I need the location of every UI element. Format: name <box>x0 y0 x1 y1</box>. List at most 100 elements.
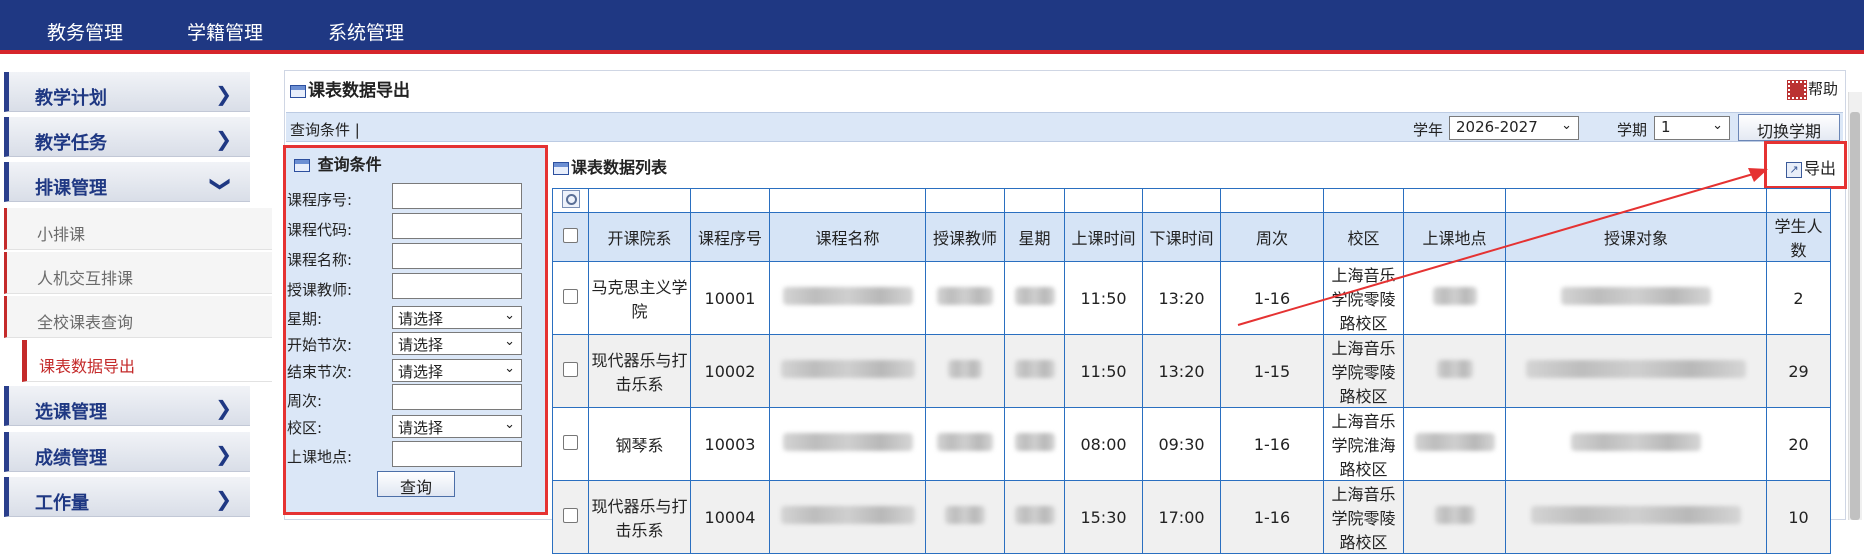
course-seq-input[interactable] <box>392 183 522 209</box>
column-header[interactable]: 下课时间 <box>1142 212 1221 262</box>
sidebar-item-label: 教学任务 <box>35 133 107 154</box>
campus-select[interactable]: 请选择 ⌄ <box>392 415 522 438</box>
nav-system-management[interactable]: 系统管理 <box>328 18 404 45</box>
chevron-down-icon: ⌄ <box>504 334 515 349</box>
column-header[interactable]: 授课教师 <box>925 212 1005 262</box>
weekday-select[interactable]: 请选择 ⌄ <box>392 306 522 329</box>
chevron-down-icon: ⌄ <box>504 308 515 323</box>
column-header[interactable]: 课程名称 <box>769 212 926 262</box>
redacted-text <box>1561 287 1711 305</box>
query-conditions-toggle[interactable]: 查询条件 | <box>290 119 360 140</box>
weeks-cell: 1-16 <box>1220 407 1324 481</box>
query-button[interactable]: 查询 <box>377 471 455 497</box>
start-period-select[interactable]: 请选择 ⌄ <box>392 332 522 355</box>
redacted-text <box>780 360 915 378</box>
scrollbar-thumb[interactable] <box>1850 112 1860 520</box>
sidebar-item-grades[interactable]: 成绩管理 ❯ <box>4 432 250 472</box>
weeks-cell: 1-16 <box>1220 480 1324 554</box>
sidebar-item-label: 排课管理 <box>35 178 107 199</box>
table-row[interactable]: 现代器乐与打击乐系 10002 11:50 13:20 1-15 上海音乐学院零… <box>552 334 1831 408</box>
column-header[interactable]: 上课时间 <box>1064 212 1143 262</box>
term-select[interactable]: 1 ⌄ <box>1654 116 1730 140</box>
location-input[interactable] <box>392 441 522 467</box>
nav-academic-affairs[interactable]: 教务管理 <box>47 18 123 45</box>
campus-cell: 上海音乐学院零陵路校区 <box>1323 261 1404 335</box>
location-cell <box>1403 480 1506 554</box>
seq-cell: 10001 <box>690 261 770 335</box>
chevron-right-icon: ❯ <box>215 127 232 151</box>
switch-term-button[interactable]: 切换学期 <box>1738 114 1840 141</box>
sidebar-item-scheduling[interactable]: 排课管理 ❯ <box>4 162 250 202</box>
weekday-cell <box>1004 334 1065 408</box>
row-checkbox[interactable] <box>563 361 578 377</box>
teacher-cell <box>925 407 1005 481</box>
chevron-down-icon: ⌄ <box>1712 118 1723 133</box>
help-button[interactable]: 帮助 <box>1787 78 1838 100</box>
end-time-cell: 13:20 <box>1142 334 1221 408</box>
nav-student-status[interactable]: 学籍管理 <box>187 18 263 45</box>
course-code-label: 课程代码: <box>287 221 353 239</box>
table-search-cell[interactable] <box>552 188 589 213</box>
sidebar-subitem-small-scheduling[interactable]: 小排课 <box>4 208 272 250</box>
start-period-label: 开始节次: <box>287 336 353 354</box>
column-header[interactable]: 学生人数 <box>1766 212 1831 262</box>
year-label: 学年 <box>1413 121 1444 139</box>
table-header-row: 开课院系 课程序号 课程名称 授课教师 星期 上课时间 下课时间 周次 校区 上… <box>552 212 1831 262</box>
row-checkbox[interactable] <box>563 434 578 450</box>
column-header[interactable]: 授课对象 <box>1505 212 1767 262</box>
teacher-input[interactable] <box>392 273 522 299</box>
sidebar-subitem-schedule-query[interactable]: 全校课表查询 <box>4 296 272 338</box>
student-count-cell: 20 <box>1766 407 1831 481</box>
redacted-text <box>948 360 982 378</box>
redacted-text <box>1014 506 1055 524</box>
audience-cell <box>1505 407 1767 481</box>
seq-cell: 10003 <box>690 407 770 481</box>
table-row[interactable]: 现代器乐与打击乐系 10004 15:30 17:00 1-16 上海音乐学院零… <box>552 480 1831 554</box>
chevron-down-icon: ⌄ <box>504 361 515 376</box>
search-icon[interactable] <box>561 189 580 208</box>
redacted-text <box>1434 506 1475 524</box>
sidebar-item-label: 成绩管理 <box>35 448 107 469</box>
sidebar-subitem-interactive-scheduling[interactable]: 人机交互排课 <box>4 252 272 294</box>
week-label: 周次: <box>287 392 323 410</box>
week-input[interactable] <box>392 384 522 410</box>
row-checkbox[interactable] <box>563 288 578 304</box>
select-all-checkbox[interactable] <box>563 227 578 243</box>
select-all-cell[interactable] <box>552 212 589 262</box>
start-time-cell: 08:00 <box>1064 407 1143 481</box>
course-name-input[interactable] <box>392 243 522 269</box>
column-header[interactable]: 上课地点 <box>1403 212 1506 262</box>
table-row[interactable]: 钢琴系 10003 08:00 09:30 1-16 上海音乐学院淮海路校区 2… <box>552 407 1831 481</box>
dept-cell: 钢琴系 <box>588 407 691 481</box>
course-name-cell <box>769 261 926 335</box>
redacted-text <box>937 433 993 451</box>
table-toolbar-row <box>552 188 1831 213</box>
sidebar-subitem-schedule-export[interactable]: 课表数据导出 <box>22 340 272 382</box>
redacted-text <box>1014 287 1055 305</box>
sidebar-item-teaching-task[interactable]: 教学任务 ❯ <box>4 117 250 157</box>
table-icon <box>290 84 306 98</box>
end-period-select[interactable]: 请选择 ⌄ <box>392 359 522 382</box>
course-code-input[interactable] <box>392 213 522 239</box>
column-header[interactable]: 周次 <box>1220 212 1324 262</box>
year-select[interactable]: 2026-2027 ⌄ <box>1449 116 1579 140</box>
sidebar-item-workload[interactable]: 工作量 ❯ <box>4 477 250 517</box>
sidebar-item-course-selection[interactable]: 选课管理 ❯ <box>4 386 250 426</box>
sidebar-item-label: 工作量 <box>35 493 89 514</box>
row-checkbox[interactable] <box>563 507 578 523</box>
column-header[interactable]: 开课院系 <box>588 212 691 262</box>
dept-cell: 现代器乐与打击乐系 <box>588 334 691 408</box>
teacher-label: 授课教师: <box>287 281 353 299</box>
term-label: 学期 <box>1617 121 1648 139</box>
dept-cell: 现代器乐与打击乐系 <box>588 480 691 554</box>
column-header[interactable]: 星期 <box>1004 212 1065 262</box>
seq-cell: 10002 <box>690 334 770 408</box>
export-button[interactable]: ↗ 导出 <box>1786 155 1836 179</box>
redacted-text <box>1414 433 1495 451</box>
column-header[interactable]: 校区 <box>1323 212 1404 262</box>
redacted-text <box>780 506 915 524</box>
chevron-down-icon: ⌄ <box>1561 118 1572 133</box>
table-row[interactable]: 马克思主义学院 10001 11:50 13:20 1-16 上海音乐学院零陵路… <box>552 261 1831 335</box>
sidebar-item-teaching-plan[interactable]: 教学计划 ❯ <box>4 72 250 112</box>
column-header[interactable]: 课程序号 <box>690 212 770 262</box>
